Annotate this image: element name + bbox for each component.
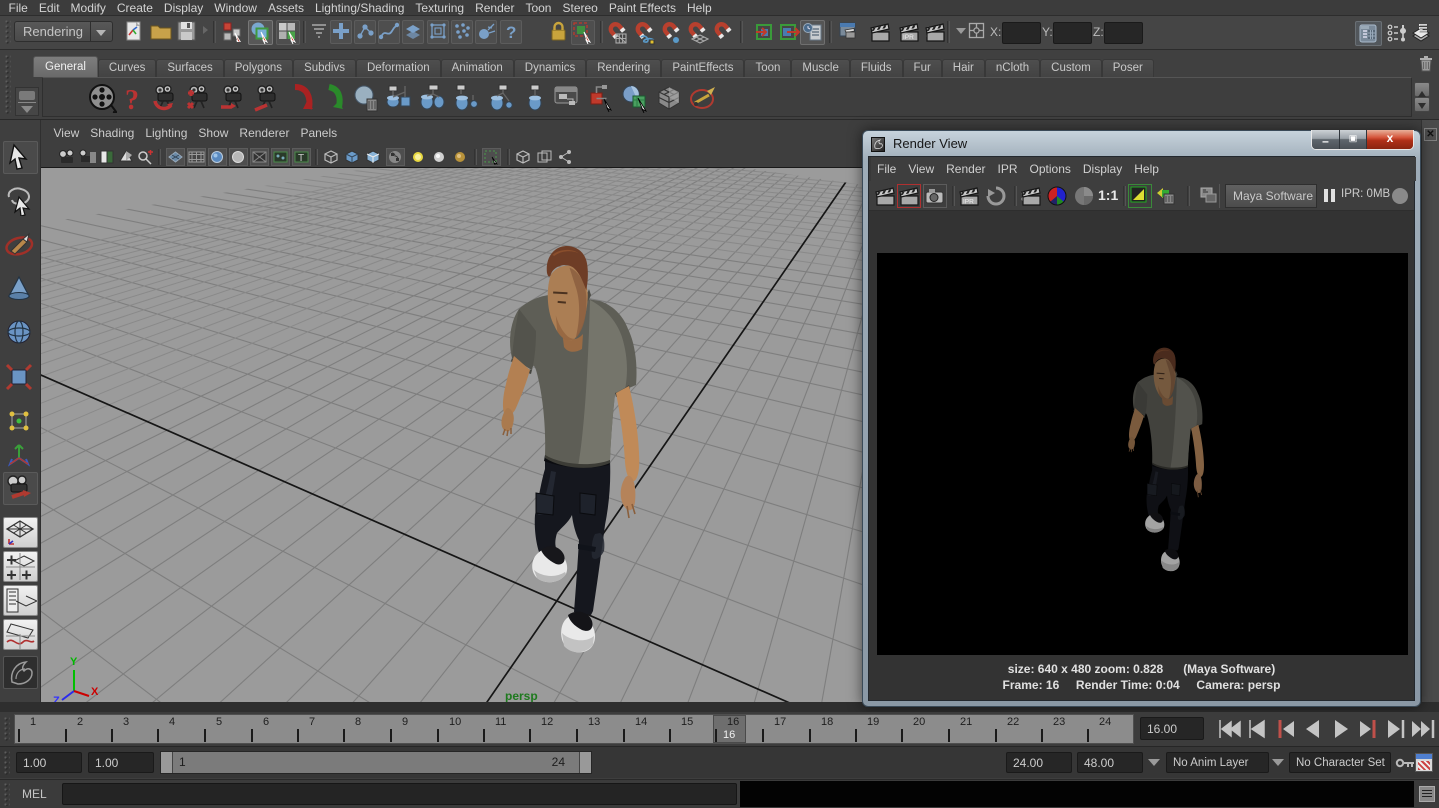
- svg-text:IPR: IPR: [903, 34, 914, 41]
- svg-text:Y: Y: [70, 656, 78, 668]
- svg-text:IPR: IPR: [963, 199, 974, 206]
- svg-text:?: ?: [125, 85, 139, 113]
- svg-text:Z: Z: [53, 695, 60, 702]
- svg-text:X: X: [91, 686, 99, 698]
- svg-text:T: T: [298, 153, 304, 164]
- svg-text:?: ?: [506, 23, 516, 42]
